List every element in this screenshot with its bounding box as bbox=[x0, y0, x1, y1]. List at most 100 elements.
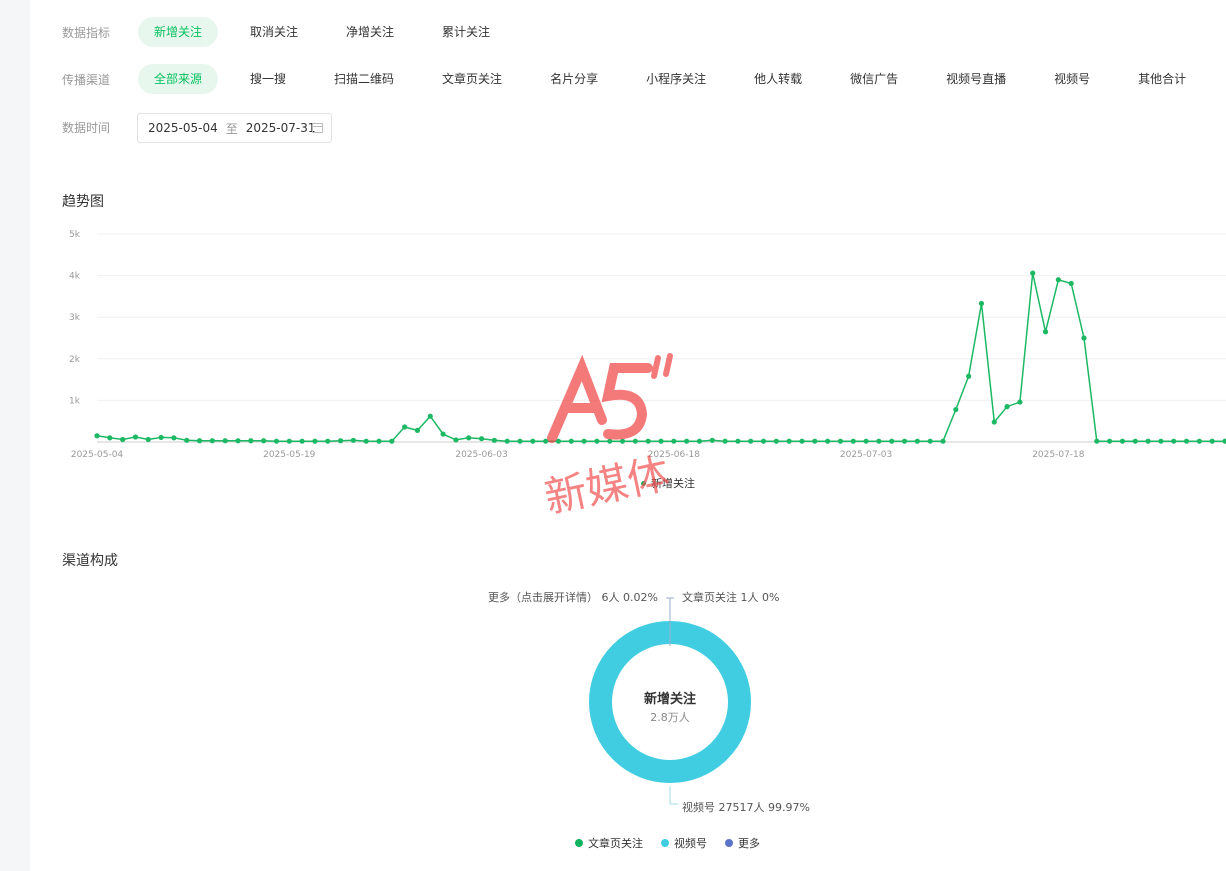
data-point[interactable] bbox=[607, 438, 613, 444]
data-point[interactable] bbox=[1209, 438, 1215, 444]
data-point[interactable] bbox=[1158, 438, 1164, 444]
metric-option[interactable]: 累计关注 bbox=[426, 17, 506, 47]
data-point[interactable] bbox=[1132, 438, 1138, 444]
data-point[interactable] bbox=[594, 438, 600, 444]
data-point[interactable] bbox=[619, 438, 626, 444]
data-point[interactable] bbox=[812, 438, 818, 444]
data-point[interactable] bbox=[1107, 438, 1113, 444]
data-point[interactable] bbox=[863, 438, 869, 444]
data-point[interactable] bbox=[978, 300, 985, 307]
data-point[interactable] bbox=[273, 438, 280, 444]
data-point[interactable] bbox=[94, 433, 100, 439]
data-point[interactable] bbox=[735, 438, 741, 444]
channel-option[interactable]: 搜一搜 bbox=[234, 64, 302, 94]
data-point[interactable] bbox=[786, 438, 792, 444]
data-point[interactable] bbox=[171, 435, 177, 441]
data-point[interactable] bbox=[799, 438, 805, 444]
data-point[interactable] bbox=[312, 438, 318, 444]
data-point[interactable] bbox=[1017, 399, 1023, 405]
data-point[interactable] bbox=[1030, 270, 1036, 276]
data-point[interactable] bbox=[760, 438, 767, 444]
channel-option[interactable]: 视频号 bbox=[1038, 64, 1106, 94]
channel-option[interactable]: 微信广告 bbox=[834, 64, 914, 94]
data-point[interactable] bbox=[402, 424, 408, 430]
data-point[interactable] bbox=[491, 437, 497, 443]
data-point[interactable] bbox=[440, 431, 446, 437]
data-point[interactable] bbox=[158, 434, 164, 441]
data-point[interactable] bbox=[748, 438, 754, 444]
data-point[interactable] bbox=[466, 435, 472, 441]
date-end[interactable]: 2025-07-31 bbox=[246, 121, 316, 135]
data-point[interactable] bbox=[927, 438, 933, 444]
legend-item-more[interactable]: 更多 bbox=[725, 835, 760, 851]
metric-option[interactable]: 新增关注 bbox=[138, 17, 219, 47]
data-point[interactable] bbox=[184, 437, 190, 443]
data-point[interactable] bbox=[517, 438, 523, 444]
data-point[interactable] bbox=[1042, 329, 1049, 335]
legend-item-video[interactable]: 视频号 bbox=[661, 835, 707, 851]
data-point[interactable] bbox=[1171, 438, 1177, 444]
data-point[interactable] bbox=[581, 438, 587, 444]
data-point[interactable] bbox=[953, 406, 959, 413]
data-point[interactable] bbox=[671, 438, 677, 444]
data-point[interactable] bbox=[325, 438, 331, 444]
data-point[interactable] bbox=[1068, 280, 1074, 287]
data-point[interactable] bbox=[376, 438, 382, 444]
data-point[interactable] bbox=[530, 438, 536, 444]
data-point[interactable] bbox=[261, 438, 267, 444]
metric-option[interactable]: 净增关注 bbox=[330, 17, 410, 47]
calendar-icon[interactable] bbox=[312, 123, 323, 133]
data-point[interactable] bbox=[889, 438, 895, 444]
channel-option[interactable]: 名片分享 bbox=[534, 64, 614, 94]
date-start[interactable]: 2025-05-04 bbox=[148, 121, 218, 135]
data-point[interactable] bbox=[684, 438, 690, 444]
channel-option[interactable]: 其他合计 bbox=[1122, 64, 1202, 94]
data-point[interactable] bbox=[914, 438, 920, 444]
data-point[interactable] bbox=[568, 438, 574, 444]
channel-option[interactable]: 视频号直播 bbox=[930, 64, 1022, 94]
data-point[interactable] bbox=[248, 438, 254, 444]
data-point[interactable] bbox=[389, 438, 395, 444]
data-point[interactable] bbox=[222, 438, 228, 444]
data-point[interactable] bbox=[196, 438, 203, 444]
data-point[interactable] bbox=[722, 438, 728, 444]
data-point[interactable] bbox=[453, 437, 459, 443]
channel-option[interactable]: 文章页关注 bbox=[426, 64, 518, 94]
channel-option[interactable]: 他人转载 bbox=[738, 64, 818, 94]
data-point[interactable] bbox=[773, 438, 779, 444]
channel-option[interactable]: 小程序关注 bbox=[630, 64, 722, 94]
data-point[interactable] bbox=[1094, 438, 1100, 444]
data-point[interactable] bbox=[876, 438, 882, 444]
data-point[interactable] bbox=[709, 437, 715, 443]
data-point[interactable] bbox=[1055, 277, 1061, 283]
data-point[interactable] bbox=[337, 438, 344, 444]
data-point[interactable] bbox=[1145, 438, 1151, 444]
data-point[interactable] bbox=[901, 438, 908, 444]
data-point[interactable] bbox=[478, 436, 485, 442]
data-point[interactable] bbox=[825, 438, 831, 444]
data-point[interactable] bbox=[966, 373, 972, 379]
channel-option[interactable]: 全部来源 bbox=[138, 64, 219, 94]
data-point[interactable] bbox=[1119, 438, 1126, 444]
data-point[interactable] bbox=[299, 438, 305, 444]
data-point[interactable] bbox=[991, 419, 997, 425]
data-point[interactable] bbox=[1183, 438, 1190, 444]
data-point[interactable] bbox=[363, 438, 369, 444]
trend-legend[interactable]: 新增关注 bbox=[641, 475, 695, 491]
data-point[interactable] bbox=[543, 438, 549, 444]
data-point[interactable] bbox=[414, 427, 421, 433]
data-point[interactable] bbox=[145, 436, 151, 443]
legend-item-article[interactable]: 文章页关注 bbox=[575, 835, 643, 851]
data-point[interactable] bbox=[107, 435, 113, 441]
data-point[interactable] bbox=[940, 438, 946, 444]
data-point[interactable] bbox=[286, 438, 292, 444]
metric-option[interactable]: 取消关注 bbox=[234, 17, 314, 47]
date-range-picker[interactable]: 2025-05-04 至 2025-07-31 bbox=[137, 113, 332, 143]
data-point[interactable] bbox=[504, 438, 510, 444]
data-point[interactable] bbox=[645, 438, 651, 444]
data-point[interactable] bbox=[1196, 438, 1202, 444]
channel-option[interactable]: 扫描二维码 bbox=[318, 64, 410, 94]
data-point[interactable] bbox=[837, 438, 844, 444]
data-point[interactable] bbox=[658, 438, 664, 444]
data-point[interactable] bbox=[696, 438, 703, 444]
